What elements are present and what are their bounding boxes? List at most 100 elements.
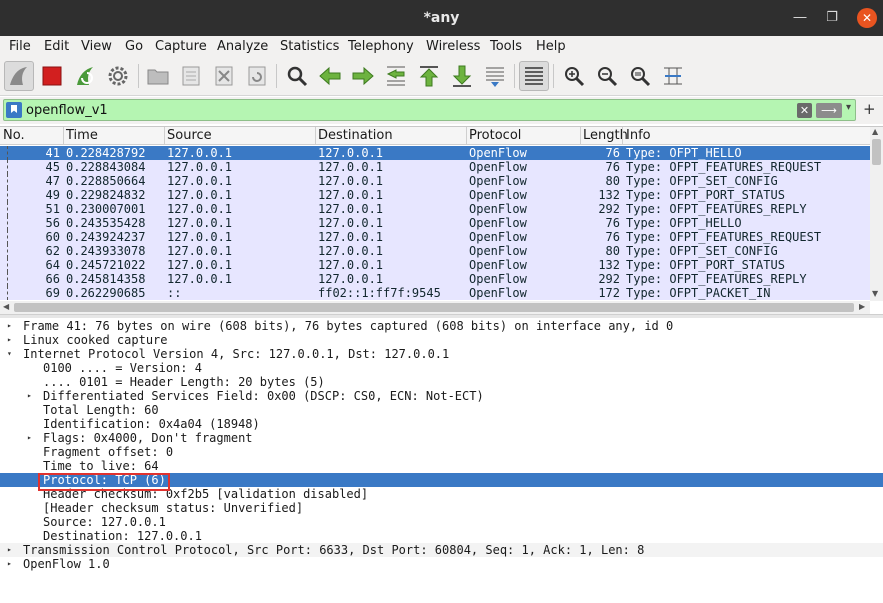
colorize-icon[interactable] [519,61,549,91]
maximize-button[interactable]: ❐ [822,8,842,28]
detail-row[interactable]: .... 0101 = Header Length: 20 bytes (5) [0,375,883,389]
collapsed-arrow-icon[interactable]: ▸ [7,319,15,333]
find-icon[interactable] [282,61,312,91]
packet-row[interactable]: 47 0.228850664 127.0.0.1 127.0.0.1 OpenFlow 8… [0,174,870,188]
menu-wireless[interactable]: Wireless [426,39,480,54]
column-info[interactable]: Info [626,128,651,143]
detail-row[interactable]: ▸ Differentiated Services Field: 0x00 (DS… [0,389,883,403]
open-folder-icon[interactable] [143,61,173,91]
apply-filter-icon[interactable]: ⟶ [816,103,842,118]
related-packet-marker [7,258,8,272]
packet-list-horizontal-scrollbar[interactable]: ◀ ▶ [0,301,870,314]
packet-cell: :: [167,286,182,300]
menu-analyze[interactable]: Analyze [217,39,268,54]
filter-text[interactable]: openflow_v1 [26,103,108,118]
detail-row[interactable]: Total Length: 60 [0,403,883,417]
packet-row[interactable]: 49 0.229824832 127.0.0.1 127.0.0.1 OpenFlow 1… [0,188,870,202]
packet-cell: 132 [598,258,620,272]
zoom-out-icon[interactable] [592,61,622,91]
menu-statistics[interactable]: Statistics [280,39,339,54]
minimize-button[interactable]: ― [790,8,810,28]
packet-cell: Type: OFPT_FEATURES_REQUEST [626,230,822,244]
packet-row[interactable]: 56 0.243535428 127.0.0.1 127.0.0.1 OpenFlow 7… [0,216,870,230]
detail-row[interactable]: 0100 .... = Version: 4 [0,361,883,375]
menu-edit[interactable]: Edit [44,39,69,54]
expanded-arrow-icon[interactable]: ▾ [7,347,15,361]
scroll-thumb[interactable] [872,139,881,165]
column-destination[interactable]: Destination [318,128,393,143]
detail-row[interactable]: Identification: 0x4a04 (18948) [0,417,883,431]
reload-file-icon[interactable] [242,61,272,91]
detail-row[interactable]: [Header checksum status: Unverified] [0,501,883,515]
goto-packet-icon[interactable] [381,61,411,91]
packet-row[interactable]: 45 0.228843084 127.0.0.1 127.0.0.1 OpenFlow 7… [0,160,870,174]
scroll-right-icon[interactable]: ▶ [859,302,865,311]
detail-row[interactable]: ▸ OpenFlow 1.0 [0,557,883,571]
packet-row[interactable]: 41 0.228428792 127.0.0.1 127.0.0.1 OpenFlow 7… [0,146,870,160]
menu-file[interactable]: File [9,39,31,54]
collapsed-arrow-icon[interactable]: ▸ [27,431,35,445]
close-window-button[interactable]: ✕ [857,8,877,28]
last-packet-icon[interactable] [447,61,477,91]
scroll-up-icon[interactable]: ▲ [872,127,878,136]
menu-capture[interactable]: Capture [155,39,207,54]
column-no[interactable]: No. [3,128,25,143]
menu-tools[interactable]: Tools [490,39,522,54]
detail-row[interactable]: Destination: 127.0.0.1 [0,529,883,543]
column-time[interactable]: Time [66,128,98,143]
stop-icon[interactable] [37,61,67,91]
packet-row[interactable]: 69 0.262290685:: ff02::1:ff7f:9545 OpenFlow… [0,286,870,300]
restart-icon[interactable] [70,61,100,91]
first-packet-icon[interactable] [414,61,444,91]
packet-cell: Type: OFPT_FEATURES_REPLY [626,272,807,286]
packet-row[interactable]: 60 0.243924237 127.0.0.1 127.0.0.1 OpenFlow 7… [0,230,870,244]
packet-row[interactable]: 66 0.245814358 127.0.0.1 127.0.0.1 OpenFlow 2… [0,272,870,286]
resize-columns-icon[interactable] [658,61,688,91]
detail-row[interactable]: ▸ Transmission Control Protocol, Src Port… [0,543,883,557]
options-gear-icon[interactable] [103,61,133,91]
detail-text: 0100 .... = Version: 4 [43,361,202,375]
add-filter-button[interactable]: + [863,100,876,118]
collapsed-arrow-icon[interactable]: ▸ [27,389,35,403]
zoom-normal-icon[interactable] [625,61,655,91]
packet-cell: 51 [45,202,60,216]
packet-list-vertical-scrollbar[interactable]: ▲ ▼ [870,127,883,301]
detail-row[interactable]: ▸ Flags: 0x4000, Don't fragment [0,431,883,445]
zoom-in-icon[interactable] [559,61,589,91]
collapsed-arrow-icon[interactable]: ▸ [7,543,15,557]
scroll-left-icon[interactable]: ◀ [3,302,9,311]
menu-telephony[interactable]: Telephony [348,39,414,54]
menu-view[interactable]: View [81,39,112,54]
detail-row[interactable]: ▾ Internet Protocol Version 4, Src: 127.0… [0,347,883,361]
packet-cell: 60 [45,230,60,244]
scroll-thumb[interactable] [14,303,854,312]
detail-row[interactable]: ▸ Frame 41: 76 bytes on wire (608 bits), … [0,319,883,333]
packet-cell: OpenFlow [469,258,527,272]
menu-go[interactable]: Go [125,39,143,54]
collapsed-arrow-icon[interactable]: ▸ [7,557,15,571]
column-source[interactable]: Source [167,128,212,143]
detail-row[interactable]: Source: 127.0.0.1 [0,515,883,529]
packet-row[interactable]: 64 0.245721022 127.0.0.1 127.0.0.1 OpenFlow 1… [0,258,870,272]
forward-arrow-icon[interactable] [348,61,378,91]
collapsed-arrow-icon[interactable]: ▸ [7,333,15,347]
bookmark-icon[interactable] [6,102,22,118]
menu-help[interactable]: Help [536,39,566,54]
chevron-down-icon[interactable]: ▾ [846,102,856,113]
autoscroll-icon[interactable] [480,61,510,91]
clear-filter-icon[interactable]: ✕ [797,103,812,118]
packet-cell: OpenFlow [469,160,527,174]
display-filter-input[interactable]: openflow_v1 ✕ ⟶ ▾ [3,99,856,121]
scroll-down-icon[interactable]: ▼ [872,289,878,298]
packet-row[interactable]: 62 0.243933078 127.0.0.1 127.0.0.1 OpenFlow 8… [0,244,870,258]
packet-row[interactable]: 51 0.230007001 127.0.0.1 127.0.0.1 OpenFlow 2… [0,202,870,216]
detail-row[interactable]: ▸ Linux cooked capture [0,333,883,347]
close-file-icon[interactable] [209,61,239,91]
column-protocol[interactable]: Protocol [469,128,521,143]
shark-fin-icon[interactable] [4,61,34,91]
back-arrow-icon[interactable] [315,61,345,91]
packet-cell: OpenFlow [469,244,527,258]
save-file-icon[interactable] [176,61,206,91]
detail-row[interactable]: Fragment offset: 0 [0,445,883,459]
detail-row[interactable]: Time to live: 64 [0,459,883,473]
